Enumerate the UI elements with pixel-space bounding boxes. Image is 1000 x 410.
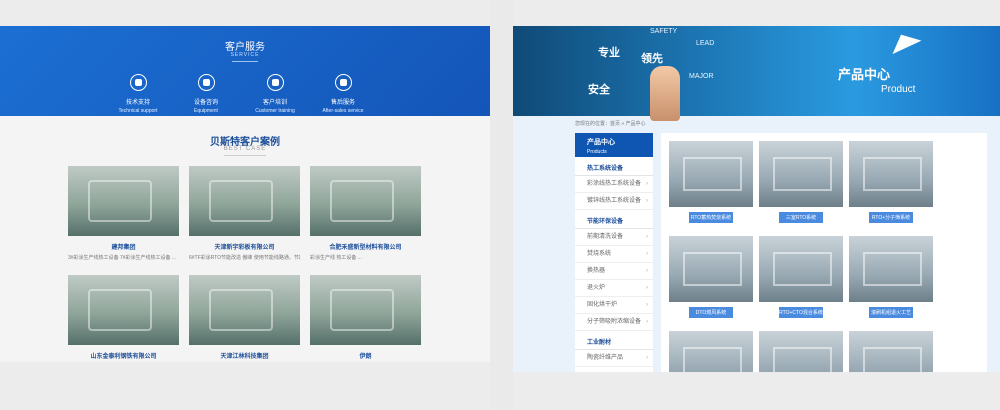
banner-title-en: Product bbox=[881, 84, 916, 95]
case-desc: 6#TF彩涂RTO节能改造 傲峰 使用节能线路通。节能改... bbox=[189, 255, 300, 261]
product-card[interactable]: RTO蓄热焚烧系统 bbox=[669, 141, 753, 223]
top-strip bbox=[0, 0, 490, 26]
product-card[interactable]: RTO+CTO混合系统 bbox=[759, 236, 843, 318]
service-item-name: 技术支持 bbox=[125, 100, 150, 106]
equipment-icon bbox=[197, 74, 215, 91]
service-item-en: Customer training bbox=[255, 108, 295, 114]
case-name[interactable]: 天津新宇彩板有限公司 bbox=[189, 242, 300, 251]
product-image[interactable] bbox=[759, 141, 843, 207]
service-subtitle: SERVICE bbox=[230, 52, 260, 58]
sidebar-item[interactable]: 彩涂线热工系统设备 bbox=[575, 176, 653, 193]
sidebar-item[interactable]: 分子筛吸附浓缩设备 bbox=[575, 314, 653, 331]
sidebar-category[interactable]: 节能环保设备 bbox=[575, 210, 653, 229]
case-image[interactable] bbox=[68, 166, 179, 236]
breadcrumb[interactable]: 您现在的位置：首页 » 产品中心 bbox=[575, 120, 646, 127]
case-image[interactable] bbox=[68, 275, 179, 345]
support-icon bbox=[129, 74, 147, 91]
aftersales-icon bbox=[334, 74, 352, 91]
case-card[interactable]: 山东金泰利钢铁有限公司 bbox=[68, 275, 179, 360]
case-desc: 彩涂生产线 热工设备 ... bbox=[310, 255, 362, 261]
service-section: 客户服务 SERVICE 技术支持 Technical support 设备咨询… bbox=[0, 26, 490, 116]
case-name[interactable]: 天津江林科技集团 bbox=[189, 351, 300, 360]
product-label[interactable]: RTO+CTO混合系统 bbox=[779, 307, 823, 318]
case-image[interactable] bbox=[189, 166, 300, 236]
product-label[interactable]: RTO蓄热焚烧系统 bbox=[689, 212, 733, 223]
product-banner: 专业 领先 安全 SAFETY LEAD MAJOR 产品中心 Product bbox=[513, 26, 1000, 121]
service-title: 客户服务 bbox=[225, 42, 265, 53]
sidebar-item[interactable]: 陶瓷纤维产品 bbox=[575, 350, 653, 367]
sidebar-category[interactable]: 热工系统设备 bbox=[575, 157, 653, 176]
service-item-support[interactable]: 技术支持 Technical support bbox=[103, 74, 173, 114]
case-card[interactable]: 建邦集团 3#彩涂生产线热工设备 7#彩涂生产线热工设备 ... bbox=[68, 166, 179, 261]
product-label[interactable]: 滚刷机组退火工艺 bbox=[869, 307, 913, 318]
service-item-name: 客户培训 bbox=[262, 100, 287, 106]
sidebar-title-en: Products bbox=[587, 149, 607, 155]
sidebar-category[interactable]: 工业耐材 bbox=[575, 331, 653, 350]
product-grid: RTO蓄热焚烧系统 三室RTO系统 RTO+分子筛系统 DTO燃风系统 RTO+… bbox=[661, 133, 987, 397]
sidebar-item[interactable]: 焚烧系统 bbox=[575, 246, 653, 263]
service-item-en: Technical support bbox=[118, 108, 158, 114]
divider bbox=[224, 155, 266, 156]
case-name[interactable]: 伊朗 bbox=[310, 351, 421, 360]
banner-tag-en: SAFETY bbox=[650, 28, 678, 35]
right-screenshot-panel: 专业 领先 安全 SAFETY LEAD MAJOR 产品中心 Product … bbox=[513, 0, 1000, 410]
sidebar-item[interactable]: 镀锌线热工系统设备 bbox=[575, 193, 653, 210]
product-image[interactable] bbox=[669, 141, 753, 207]
case-card[interactable]: 伊朗 bbox=[310, 275, 421, 360]
divider bbox=[232, 61, 258, 62]
product-image[interactable] bbox=[849, 141, 933, 207]
case-name[interactable]: 合肥禾盛新型材料有限公司 bbox=[310, 242, 421, 251]
service-item-name: 设备咨询 bbox=[193, 100, 218, 106]
product-label[interactable]: DTO燃风系统 bbox=[689, 307, 733, 318]
sidebar-item[interactable]: 固化烘干炉 bbox=[575, 297, 653, 314]
service-item-aftersales[interactable]: 售后服务 After-sales service bbox=[308, 74, 378, 114]
product-card[interactable]: RTO+分子筛系统 bbox=[849, 141, 933, 223]
product-label[interactable]: RTO+分子筛系统 bbox=[869, 212, 913, 223]
banner-tag: 专业 bbox=[598, 47, 620, 59]
hand-image bbox=[650, 66, 680, 121]
service-item-en: Equipment bbox=[194, 108, 218, 114]
case-card[interactable]: 天津新宇彩板有限公司 6#TF彩涂RTO节能改造 傲峰 使用节能线路通。节能改.… bbox=[189, 166, 300, 261]
sidebar-title: 产品中心 bbox=[587, 139, 615, 146]
top-strip bbox=[513, 0, 1000, 26]
banner-tag: 安全 bbox=[588, 84, 610, 96]
banner-tag: 领先 bbox=[641, 53, 663, 65]
product-card[interactable]: 三室RTO系统 bbox=[759, 141, 843, 223]
bottom-strip bbox=[0, 362, 490, 410]
training-icon bbox=[266, 74, 284, 91]
product-card[interactable]: 滚刷机组退火工艺 bbox=[849, 236, 933, 318]
product-card[interactable]: DTO燃风系统 bbox=[669, 236, 753, 318]
service-item-equipment[interactable]: 设备咨询 Equipment bbox=[171, 74, 241, 114]
left-screenshot-panel: 客户服务 SERVICE 技术支持 Technical support 设备咨询… bbox=[0, 0, 490, 410]
product-image[interactable] bbox=[849, 236, 933, 302]
sidebar-item[interactable]: 前期清洗设备 bbox=[575, 229, 653, 246]
banner-tag-en: LEAD bbox=[696, 40, 715, 47]
service-item-en: After-sales service bbox=[322, 108, 364, 114]
banner-title: 产品中心 bbox=[838, 67, 891, 82]
sidebar-item[interactable]: 退火炉 bbox=[575, 280, 653, 297]
banner-tag-en: MAJOR bbox=[689, 73, 714, 80]
service-item-name: 售后服务 bbox=[330, 100, 355, 106]
case-name[interactable]: 山东金泰利钢铁有限公司 bbox=[68, 351, 179, 360]
product-image[interactable] bbox=[759, 236, 843, 302]
service-item-training[interactable]: 客户培训 Customer training bbox=[240, 74, 310, 114]
product-label[interactable]: 三室RTO系统 bbox=[779, 212, 823, 223]
case-image[interactable] bbox=[189, 275, 300, 345]
sidebar-header: 产品中心 Products bbox=[575, 133, 653, 157]
bottom-strip bbox=[513, 372, 1000, 410]
case-card[interactable]: 合肥禾盛新型材料有限公司 彩涂生产线 热工设备 ... bbox=[310, 166, 421, 261]
case-desc: 3#彩涂生产线热工设备 7#彩涂生产线热工设备 ... bbox=[68, 255, 177, 261]
case-image[interactable] bbox=[310, 166, 421, 236]
product-sidebar: 产品中心 Products 热工系统设备 彩涂线热工系统设备 镀锌线热工系统设备… bbox=[575, 133, 653, 373]
cases-subtitle: BEST CASE bbox=[223, 146, 267, 152]
product-image[interactable] bbox=[669, 236, 753, 302]
case-card[interactable]: 天津江林科技集团 bbox=[189, 275, 300, 360]
case-image[interactable] bbox=[310, 275, 421, 345]
sidebar-item[interactable]: 换热器 bbox=[575, 263, 653, 280]
paper-plane-icon bbox=[886, 27, 922, 55]
case-name[interactable]: 建邦集团 bbox=[68, 242, 179, 251]
